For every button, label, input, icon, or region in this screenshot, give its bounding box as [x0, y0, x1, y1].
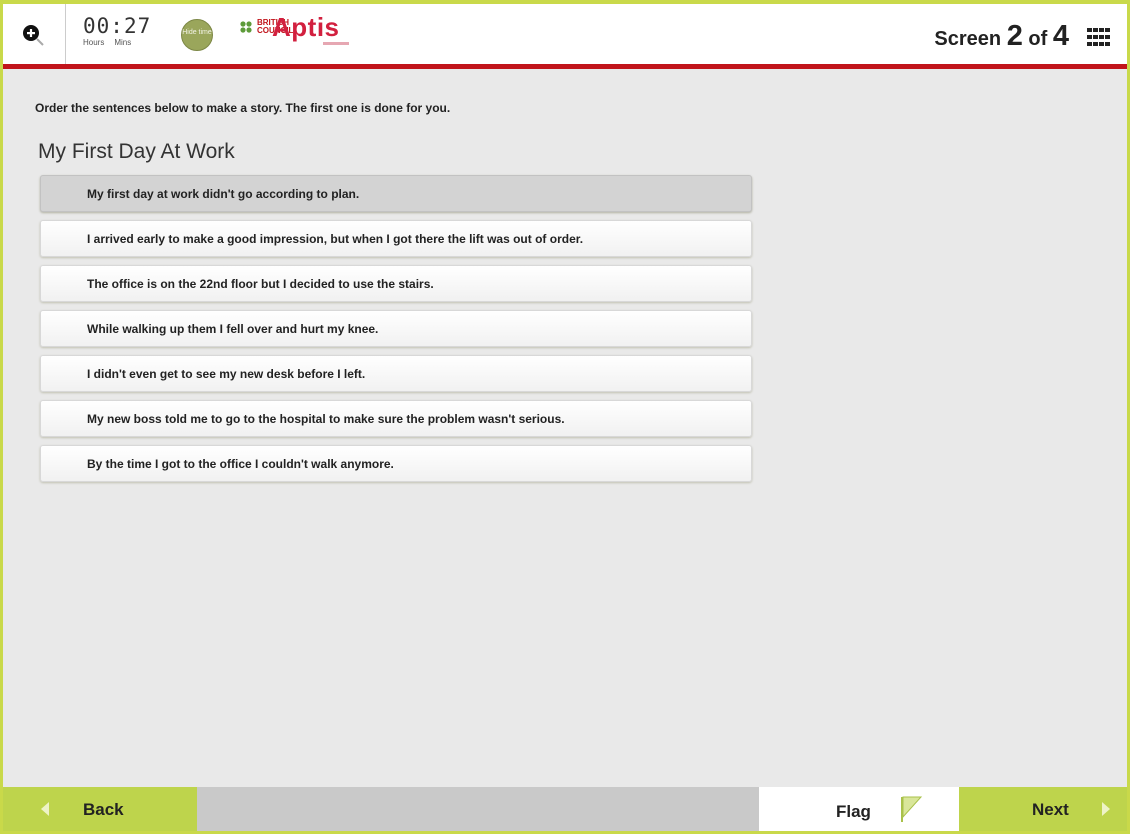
- footer-spacer: [197, 787, 759, 831]
- sentence-draggable[interactable]: By the time I got to the office I couldn…: [40, 445, 752, 482]
- flag-button[interactable]: Flag: [759, 787, 959, 831]
- screen-total: 4: [1052, 20, 1069, 52]
- sentence-draggable[interactable]: I didn't even get to see my new desk bef…: [40, 355, 752, 392]
- sentence-list: My first day at work didn't go according…: [40, 175, 752, 490]
- grid-menu-icon[interactable]: [1087, 28, 1111, 46]
- sentence-draggable[interactable]: I arrived early to make a good impressio…: [40, 220, 752, 257]
- sentence-draggable[interactable]: While walking up them I fell over and hu…: [40, 310, 752, 347]
- timer-hours: 00: [83, 14, 111, 38]
- header-divider: [65, 4, 66, 64]
- back-button[interactable]: Back: [3, 787, 197, 831]
- timer-value: 00:27: [83, 15, 173, 37]
- next-label: Next: [1032, 800, 1069, 819]
- top-bar: 00:27 Hours Mins Hide time BRITISH COUNCI…: [3, 4, 1127, 69]
- back-arrow-icon: [41, 802, 49, 816]
- timer-minutes: 27: [123, 14, 152, 38]
- aptis-tagline-mark: [323, 42, 349, 45]
- timer: 00:27 Hours Mins: [83, 15, 173, 47]
- aptis-logo: Aptis: [272, 12, 340, 42]
- next-arrow-icon: [1102, 802, 1110, 816]
- screen-indicator: Screen 2 of 4: [934, 20, 1069, 53]
- flag-icon: [901, 796, 923, 822]
- screen-prefix: Screen: [934, 28, 1002, 50]
- instruction-text: Order the sentences below to make a stor…: [35, 101, 451, 115]
- sentence-draggable[interactable]: The office is on the 22nd floor but I de…: [40, 265, 752, 302]
- flag-label: Flag: [836, 802, 871, 821]
- back-label: Back: [83, 800, 124, 819]
- footer-bar: Back Flag Next: [3, 787, 1127, 831]
- zoom-in-icon[interactable]: [20, 22, 46, 48]
- british-council-dots-icon: [240, 21, 252, 33]
- timer-mins-label: Mins: [114, 38, 132, 47]
- timer-separator: :: [110, 14, 124, 38]
- screen-of: of: [1028, 28, 1048, 50]
- screen-current: 2: [1006, 20, 1023, 52]
- sentence-fixed-first: My first day at work didn't go according…: [40, 175, 752, 212]
- timer-hours-label: Hours: [83, 38, 105, 47]
- next-button[interactable]: Next: [959, 787, 1127, 831]
- story-title: My First Day At Work: [38, 140, 235, 163]
- sentence-draggable[interactable]: My new boss told me to go to the hospita…: [40, 400, 752, 437]
- hide-time-button[interactable]: Hide time: [181, 19, 213, 51]
